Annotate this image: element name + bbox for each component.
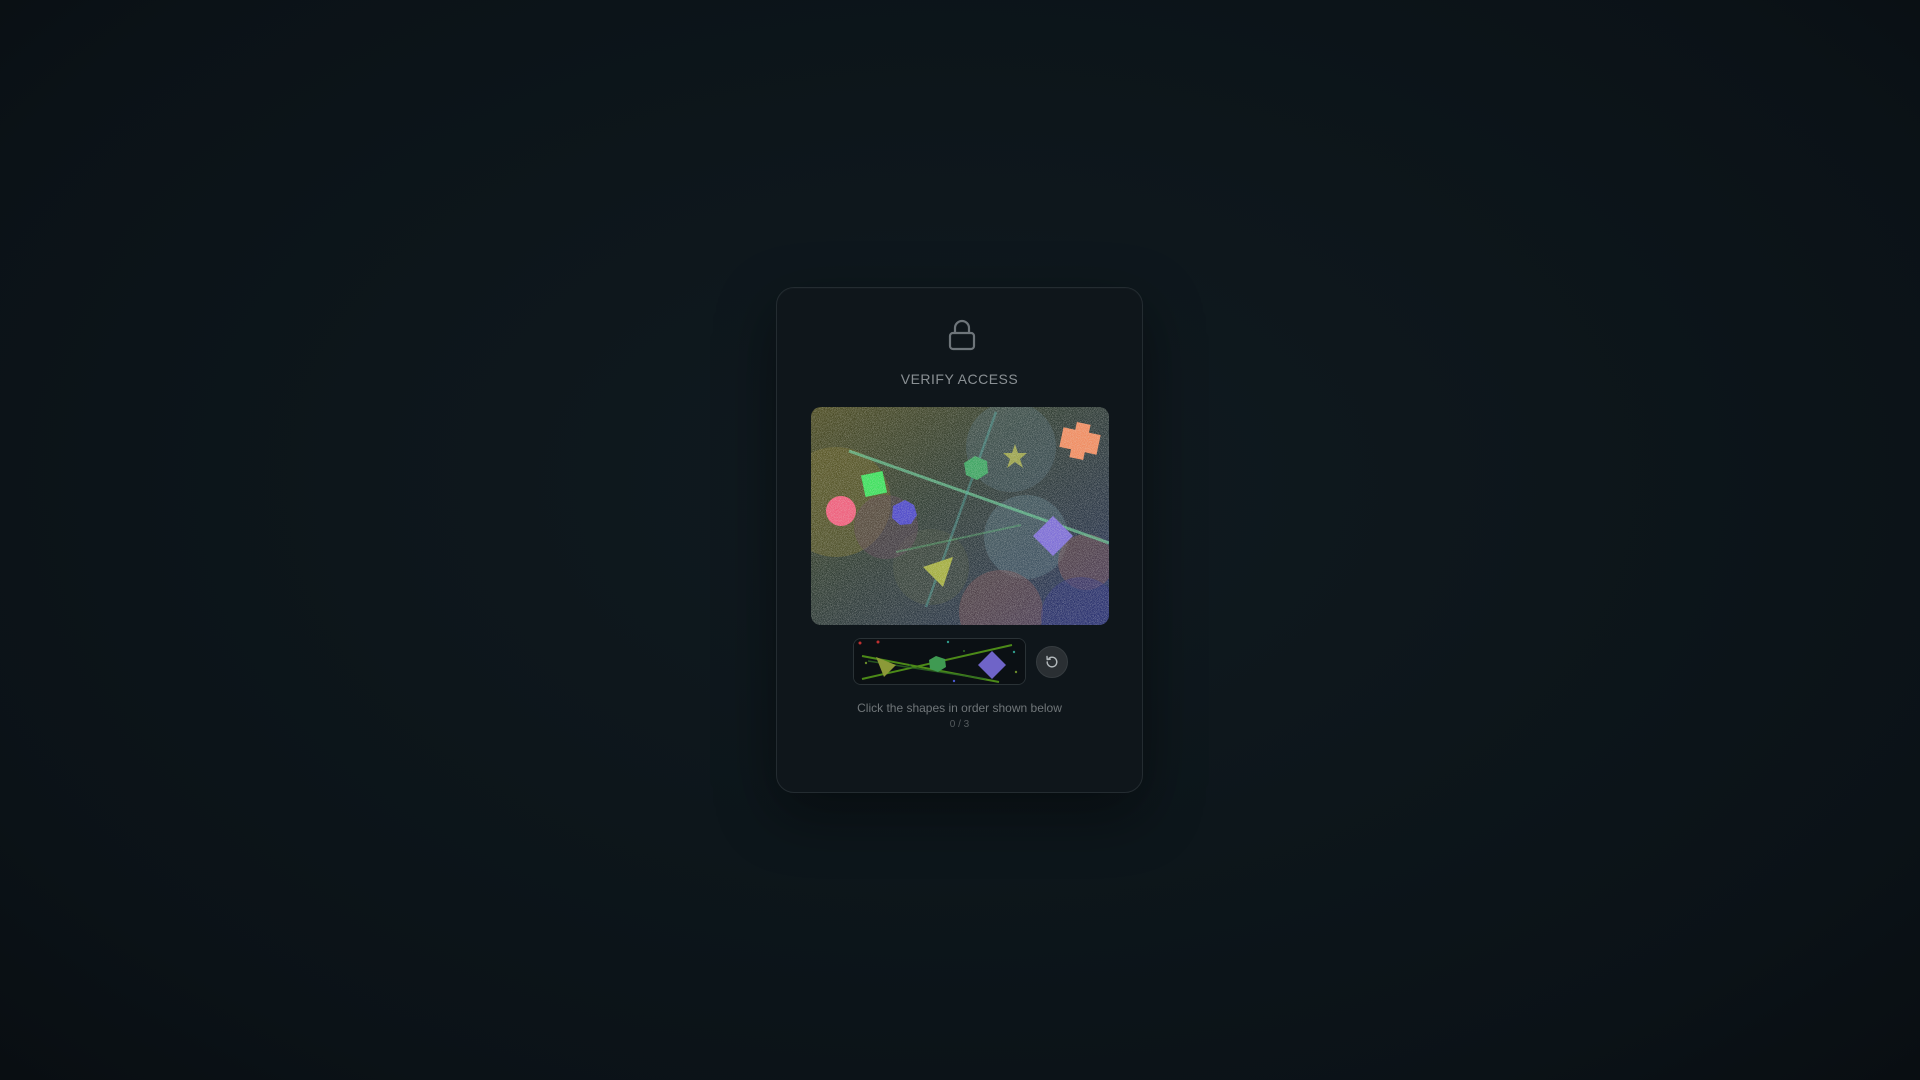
progress-counter: 0 / 3: [949, 719, 970, 730]
verify-card: VERIFY ACCESS Click the shapes in order …: [776, 287, 1143, 793]
refresh-button[interactable]: [1036, 646, 1068, 678]
captcha-canvas[interactable]: [811, 407, 1109, 625]
shape-order-hint: [853, 638, 1026, 685]
refresh-icon: [1046, 655, 1058, 668]
instruction-text: Click the shapes in order shown below: [857, 701, 1062, 715]
card-title: VERIFY ACCESS: [900, 371, 1019, 387]
lock-icon: [947, 319, 977, 351]
